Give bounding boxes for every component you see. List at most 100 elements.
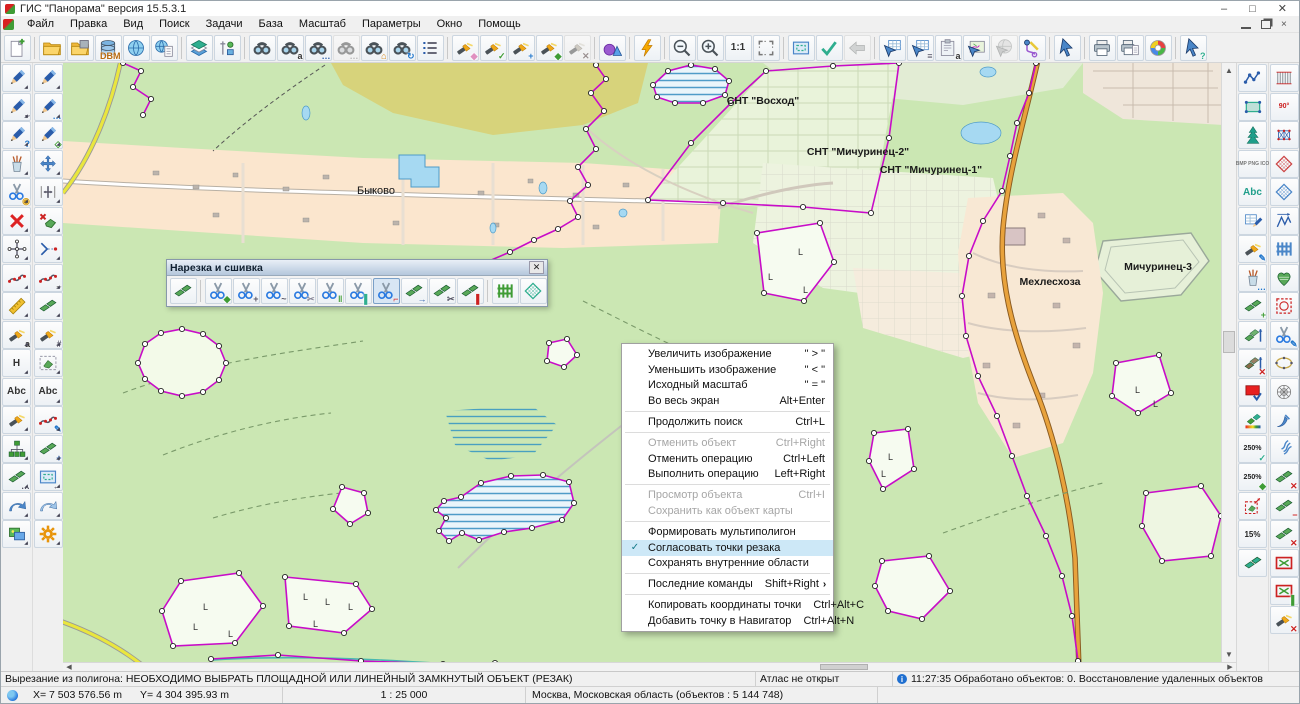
redo-button[interactable]: [34, 492, 63, 520]
shapes-gradient-button[interactable]: [1238, 549, 1267, 577]
measure-button[interactable]: [2, 292, 31, 320]
edit-tools-button[interactable]: [2, 150, 31, 178]
open-data-button[interactable]: [67, 35, 94, 61]
context-menu-item-19[interactable]: Последние командыShift+Right›: [622, 576, 833, 592]
highlight-grid-button[interactable]: #: [34, 321, 63, 349]
shape-minus-button[interactable]: −: [1270, 492, 1299, 520]
create-rect-button[interactable]: [1238, 93, 1267, 121]
copy-contour-button[interactable]: [34, 349, 63, 377]
edit-query-button[interactable]: ?: [2, 121, 31, 149]
split-blocks-button[interactable]: →: [401, 278, 428, 304]
menu-item-5[interactable]: Задачи: [198, 17, 251, 31]
text-abc-2-button[interactable]: Abc: [34, 378, 63, 406]
fill-color-button[interactable]: [1238, 378, 1267, 406]
x-shape-dots-button[interactable]: ✕: [1270, 520, 1299, 548]
select-on-map-button[interactable]: [963, 35, 990, 61]
angle-90-button[interactable]: 90°: [1270, 93, 1299, 121]
open-database-button[interactable]: DBM: [95, 35, 122, 61]
frame-shape-red-button[interactable]: ▌: [1270, 577, 1299, 605]
mdi-minimize-button[interactable]: [1241, 20, 1251, 29]
fit-frame-button[interactable]: [753, 35, 780, 61]
route-button[interactable]: [1019, 35, 1046, 61]
cut-double-button[interactable]: ✂: [289, 278, 316, 304]
minimize-button[interactable]: –: [1221, 3, 1227, 15]
move-map-button[interactable]: [34, 150, 63, 178]
context-menu-item-21[interactable]: Копировать координаты точкиCtrl+Alt+C: [622, 597, 833, 613]
cut-crossing-button[interactable]: +: [233, 278, 260, 304]
edit-points-button[interactable]: [2, 264, 31, 292]
hatch-fill-button[interactable]: [1270, 64, 1299, 92]
grid-sheets-button[interactable]: [492, 278, 519, 304]
palette-blocks-button[interactable]: [1238, 406, 1267, 434]
cursor-button[interactable]: [1054, 35, 1081, 61]
map-scale[interactable]: 1 : 25 000: [283, 687, 526, 703]
copy-objects-button[interactable]: +: [34, 435, 63, 463]
print-report-button[interactable]: [1117, 35, 1144, 61]
menu-item-8[interactable]: Параметры: [354, 17, 429, 31]
scroll-down-icon[interactable]: ▼: [1222, 647, 1236, 662]
pan-panel-button[interactable]: [788, 35, 815, 61]
scale-15-button[interactable]: 15%: [1238, 520, 1267, 548]
cut-by-line-button[interactable]: ~: [261, 278, 288, 304]
web-button[interactable]: [1270, 378, 1299, 406]
cut-stitch-titlebar[interactable]: Нарезка и сшивка ✕: [167, 260, 547, 276]
hscroll-thumb[interactable]: [820, 664, 868, 670]
context-menu-item-8[interactable]: Отменить объектCtrl+Right: [622, 435, 833, 451]
object-list-button[interactable]: [417, 35, 444, 61]
draw-line-button[interactable]: [34, 64, 63, 92]
cut-polygon-button[interactable]: ⌐: [373, 278, 400, 304]
smooth-line-button[interactable]: ~: [34, 264, 63, 292]
context-menu-item-12[interactable]: Просмотр объектаCtrl+I: [622, 487, 833, 503]
mdi-close-button[interactable]: ×: [1281, 20, 1291, 29]
edit-object-button[interactable]: [2, 64, 31, 92]
highlight-delete-button[interactable]: ✕: [1270, 606, 1299, 634]
scale-250-shapes-button[interactable]: 250%◆: [1238, 463, 1267, 491]
context-menu-item-13[interactable]: Сохранить как объект карты: [622, 503, 833, 519]
find-object-button[interactable]: [249, 35, 276, 61]
new-map-button[interactable]: [4, 35, 31, 61]
topology-edit-button[interactable]: ✎: [34, 406, 63, 434]
context-menu-item-2[interactable]: Уменьшить изображение" < ": [622, 362, 833, 378]
context-menu-item-1[interactable]: Увеличить изображение" > ": [622, 346, 833, 362]
select-by-table-button[interactable]: [879, 35, 906, 61]
color-wheel-button[interactable]: [1145, 35, 1172, 61]
open-geoportal-button[interactable]: [123, 35, 150, 61]
open-internet-map-button[interactable]: [151, 35, 178, 61]
find-selected-button[interactable]: …: [333, 35, 360, 61]
export-image-button[interactable]: BMP PNG ICO: [1238, 150, 1267, 178]
3d-view-button[interactable]: [599, 35, 626, 61]
menu-item-6[interactable]: База: [251, 17, 291, 31]
mdi-restore-button[interactable]: [1261, 20, 1271, 29]
select-by-list-button[interactable]: ≡: [907, 35, 934, 61]
zoom-out-button[interactable]: [669, 35, 696, 61]
curves-button[interactable]: [1270, 435, 1299, 463]
select-confirm-button[interactable]: ✓: [480, 35, 507, 61]
net-build-button[interactable]: [1270, 121, 1299, 149]
m-line-button[interactable]: [1270, 207, 1299, 235]
merge-blocks-button[interactable]: [34, 292, 63, 320]
delete-part-button[interactable]: [34, 207, 63, 235]
menu-item-7[interactable]: Масштаб: [291, 17, 354, 31]
heart-area-button[interactable]: [1270, 264, 1299, 292]
close-icon[interactable]: ✕: [529, 261, 544, 274]
find-more-button[interactable]: …: [305, 35, 332, 61]
find-address-button[interactable]: ⌂: [361, 35, 388, 61]
frame-circle-button[interactable]: [1270, 292, 1299, 320]
context-menu-item-22[interactable]: Добавить точку в НавигаторCtrl+Alt+N: [622, 613, 833, 629]
scale-1-1-button[interactable]: 1:1: [725, 35, 752, 61]
move-point-button[interactable]: [2, 235, 31, 263]
layers-delete-button[interactable]: ✕: [1238, 349, 1267, 377]
grid-blue-button[interactable]: [1270, 235, 1299, 263]
create-text-button[interactable]: Abc: [1238, 178, 1267, 206]
delete-shape-button[interactable]: ✕: [1270, 463, 1299, 491]
split-stripes-button[interactable]: ‖: [317, 278, 344, 304]
context-menu-item-10[interactable]: Выполнить операциюLeft+Right: [622, 467, 833, 483]
context-menu-item-15[interactable]: Формировать мультиполигон: [622, 524, 833, 540]
cut-segment-button[interactable]: ▌: [345, 278, 372, 304]
image-gallery-button[interactable]: [2, 520, 31, 548]
create-vegetation-button[interactable]: [1238, 121, 1267, 149]
settings-button[interactable]: [34, 520, 63, 548]
map-horizontal-scrollbar[interactable]: ◀ ▶: [63, 662, 1236, 671]
open-map-button[interactable]: [39, 35, 66, 61]
object-attributes-button[interactable]: a: [935, 35, 962, 61]
